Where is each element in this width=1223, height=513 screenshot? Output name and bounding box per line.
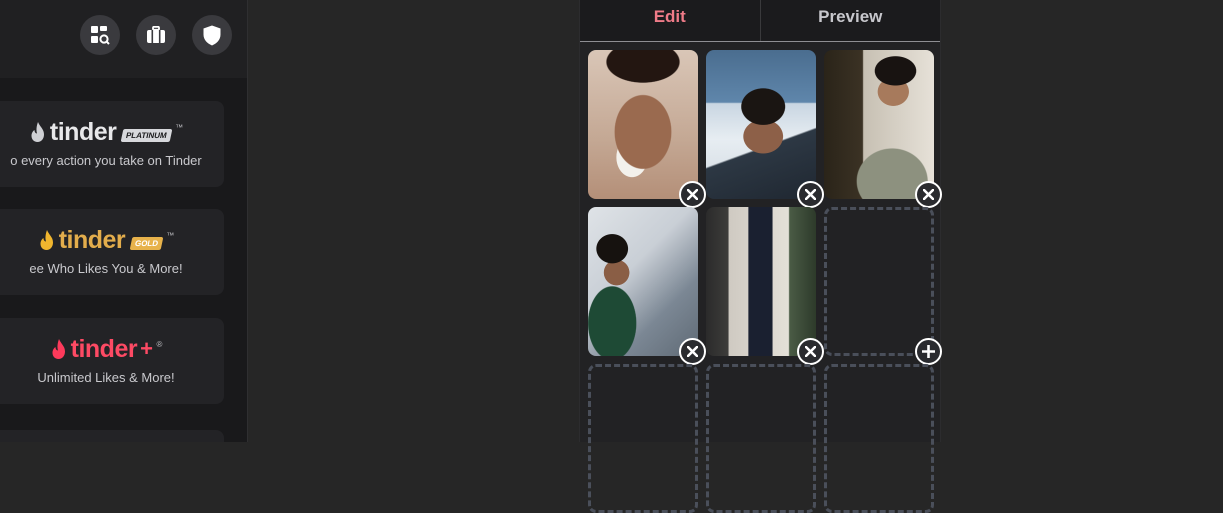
photo-slot-9[interactable] [824,364,934,513]
plus-tag: + [140,336,153,361]
editor-tabs: Edit Preview [580,0,940,42]
photo-slot-3[interactable] [824,50,942,208]
trademark: ™ [175,122,184,132]
plus-icon [922,345,935,358]
tinder-wordmark: tinder [70,334,138,363]
briefcase-icon [147,26,165,43]
tinder-gold-description: ee Who Likes You & More! [29,261,183,276]
flame-icon [52,339,65,359]
flame-icon [31,122,44,142]
safety-button[interactable] [192,15,232,55]
photo-slot-4[interactable] [588,207,706,365]
remove-photo-button[interactable] [797,338,824,365]
work-button[interactable] [136,15,176,55]
tinder-platinum-card[interactable]: tinder PLATINUM ™ o every action you tak… [0,101,224,187]
tinder-plus-logo: tinder + ® [0,334,224,364]
close-icon [687,189,698,200]
explore-icon [91,26,110,45]
profile-photo [824,50,934,199]
gold-tag: GOLD [129,236,164,250]
registered-mark: ® [156,339,163,349]
subscription-list: tinder PLATINUM ™ o every action you tak… [0,78,247,442]
photo-slot-1[interactable] [588,50,706,208]
profile-editor: Edit Preview [579,0,942,513]
tab-preview[interactable]: Preview [759,0,941,41]
sidebar-header [0,0,247,78]
tinder-wordmark: tinder [49,117,117,146]
close-icon [805,189,816,200]
remove-photo-button[interactable] [797,181,824,208]
sidebar: tinder PLATINUM ™ o every action you tak… [0,0,248,442]
tinder-gold-card[interactable]: tinder GOLD ™ ee Who Likes You & More! [0,209,224,295]
profile-photo [706,50,816,199]
trademark: ™ [166,230,175,240]
tinder-wordmark: tinder [58,225,126,254]
tinder-plus-description: Unlimited Likes & More! [37,370,175,385]
tinder-platinum-description: o every action you take on Tinder [10,153,202,168]
shield-icon [203,25,221,45]
photo-slot-7[interactable] [588,364,698,513]
add-photo-button[interactable] [915,338,942,365]
explore-button[interactable] [80,15,120,55]
close-icon [687,346,698,357]
subscription-card-partial[interactable] [0,430,224,442]
profile-photo [588,50,698,199]
platinum-tag: PLATINUM [120,128,173,142]
tinder-gold-logo: tinder GOLD ™ [0,225,224,255]
remove-photo-button[interactable] [915,181,942,208]
photo-slot-6[interactable] [824,207,942,365]
remove-photo-button[interactable] [679,338,706,365]
profile-photo [588,207,698,356]
flame-icon [40,230,53,250]
close-icon [923,189,934,200]
close-icon [805,346,816,357]
photo-slot-8[interactable] [706,364,816,513]
tinder-platinum-logo: tinder PLATINUM ™ [0,117,224,147]
profile-photo [706,207,816,356]
photo-slot-2[interactable] [706,50,824,208]
remove-photo-button[interactable] [679,181,706,208]
tinder-plus-card[interactable]: tinder + ® Unlimited Likes & More! [0,318,224,404]
photo-slot-5[interactable] [706,207,824,365]
tab-edit[interactable]: Edit [580,0,760,41]
